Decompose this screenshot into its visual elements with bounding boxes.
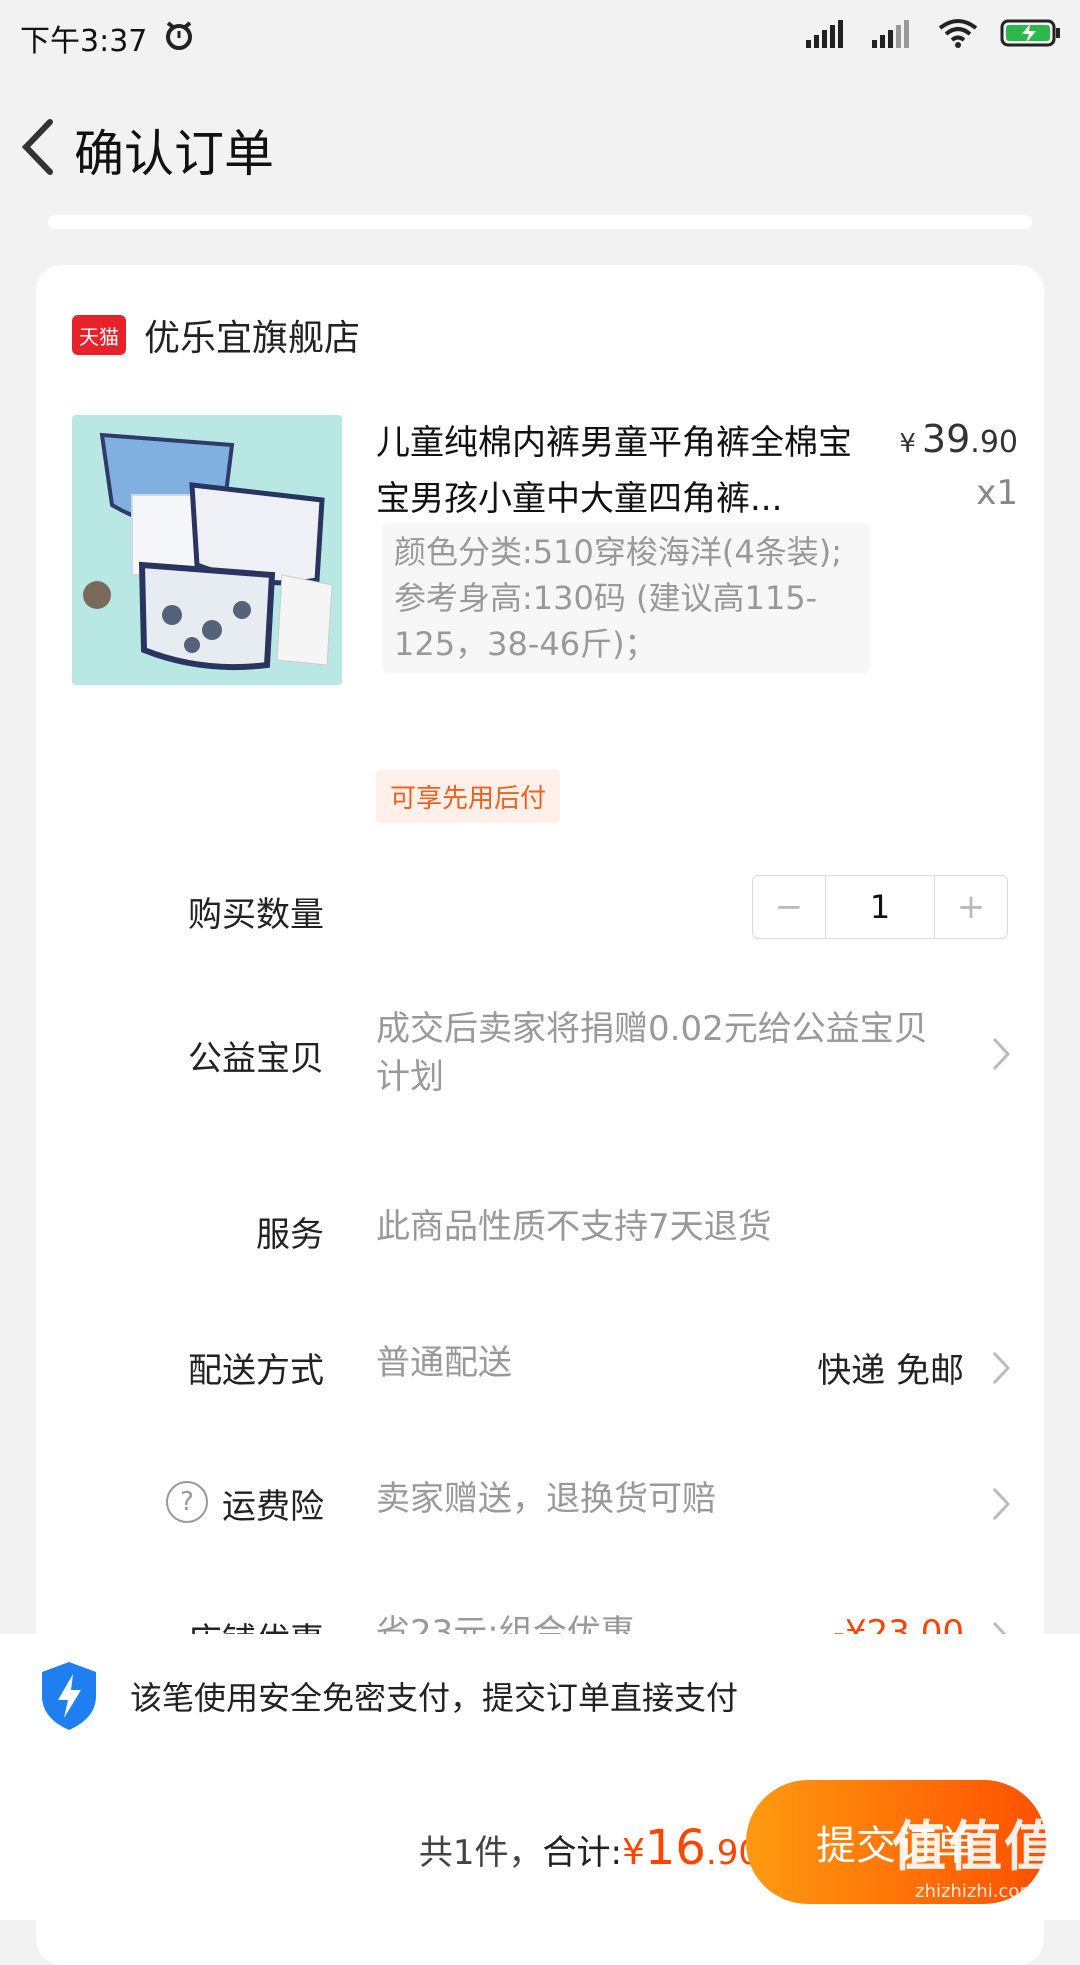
insurance-label: 运费险 xyxy=(222,1487,324,1527)
top-bar: 确认订单 xyxy=(0,90,1080,200)
quantity-label: 购买数量 xyxy=(188,895,324,935)
secure-text: 该笔使用安全免密支付，提交订单直接支付 xyxy=(130,1679,739,1717)
status-time: 下午3:37 xyxy=(20,24,148,59)
tmall-logo: 天猫 xyxy=(72,315,126,355)
address-card-edge xyxy=(48,215,1032,229)
price-symbol: ¥ xyxy=(899,429,916,459)
quantity-stepper[interactable]: − 1 + xyxy=(752,875,1008,939)
shop-name: 优乐宜旗舰店 xyxy=(144,318,361,359)
bottom-panel: 该笔使用安全免密支付，提交订单直接支付 共1件，合计:¥16.90 提交订单 值… xyxy=(0,1634,1080,1920)
order-summary: 共1件，合计:¥16.90 xyxy=(419,1820,760,1876)
watermark-url: zhizhizhi.com xyxy=(915,1881,1037,1902)
product-price: ¥39.90 xyxy=(899,417,1018,461)
product-sku[interactable]: 颜色分类:510穿梭海洋(4条装);参考身高:130码 (建议高115-125，… xyxy=(382,523,870,673)
alarm-icon xyxy=(166,21,192,50)
shield-lightning-icon xyxy=(42,1662,96,1730)
secure-payment-notice: 该笔使用安全免密支付，提交订单直接支付 xyxy=(38,1660,738,1732)
product-image[interactable] xyxy=(72,415,342,685)
decrement-button[interactable]: − xyxy=(753,876,825,938)
delivery-fee: 快递 免邮 xyxy=(817,1351,964,1391)
chevron-right-icon xyxy=(992,1487,1011,1521)
question-icon[interactable]: ? xyxy=(166,1481,208,1523)
watermark-logo: 值值值 xyxy=(892,1815,1060,1878)
insurance-value: 卖家赠送，退换货可赔 xyxy=(376,1479,716,1519)
service-value: 此商品性质不支持7天退货 xyxy=(376,1207,772,1247)
pay-later-badge: 可享先用后付 xyxy=(376,770,561,823)
delivery-label: 配送方式 xyxy=(188,1351,324,1391)
product-photo xyxy=(72,415,342,685)
product-quantity: x1 xyxy=(976,473,1018,513)
signal-icon xyxy=(806,20,843,48)
service-row: 服务 此商品性质不支持7天退货 xyxy=(36,1203,1044,1259)
quantity-row: 购买数量 − 1 + xyxy=(36,875,1044,939)
page-title: 确认订单 xyxy=(74,125,274,183)
shop-header[interactable]: 天猫 优乐宜旗舰店 xyxy=(72,309,360,361)
status-bar: 下午3:37 xyxy=(0,0,1080,72)
total-int: 16 xyxy=(644,1820,706,1876)
wifi-icon xyxy=(938,19,978,48)
signal-icon xyxy=(872,20,909,48)
price-int: 39 xyxy=(921,417,971,461)
delivery-row[interactable]: 配送方式 普通配送 快递 免邮 xyxy=(36,1339,1044,1395)
chevron-right-icon xyxy=(992,1351,1011,1385)
item-count: 共1件， xyxy=(418,1833,543,1873)
quantity-value[interactable]: 1 xyxy=(825,876,935,938)
total-symbol: ¥ xyxy=(621,1832,645,1873)
back-arrow-icon[interactable] xyxy=(10,112,70,182)
charity-value: 成交后卖家将捐赠0.02元给公益宝贝计划 xyxy=(376,1009,928,1097)
insurance-row[interactable]: ? 运费险 卖家赠送，退换货可赔 xyxy=(36,1475,1044,1531)
increment-button[interactable]: + xyxy=(935,876,1007,938)
charity-label: 公益宝贝 xyxy=(188,1039,324,1079)
price-dec: .90 xyxy=(970,425,1018,460)
delivery-value: 普通配送 xyxy=(376,1343,512,1383)
total-label: 合计: xyxy=(542,1833,622,1873)
battery-icon xyxy=(1000,19,1060,47)
watermark: 值值值 zhizhizhi.com xyxy=(892,1802,1060,1902)
status-icons xyxy=(806,18,1062,48)
charity-row[interactable]: 公益宝贝 成交后卖家将捐赠0.02元给公益宝贝计划 xyxy=(36,1005,1044,1105)
product-title[interactable]: 儿童纯棉内裤男童平角裤全棉宝宝男孩小童中大童四角裤... xyxy=(376,415,856,527)
chevron-right-icon xyxy=(992,1037,1011,1071)
service-label: 服务 xyxy=(256,1215,324,1255)
